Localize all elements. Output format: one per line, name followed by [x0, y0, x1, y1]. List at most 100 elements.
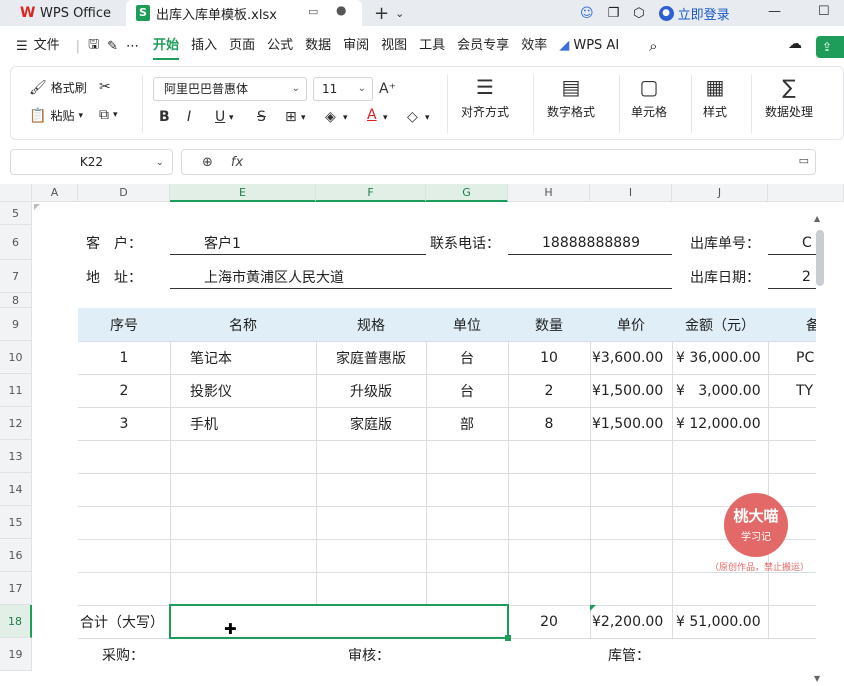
name-box[interactable]: K22 ⌄: [10, 149, 173, 175]
bold-icon[interactable]: B: [159, 109, 170, 125]
total-qty[interactable]: 20: [508, 605, 590, 638]
format-painter-button[interactable]: 🖌 格式刷: [29, 79, 87, 96]
cell-button[interactable]: ▢ 单元格: [631, 75, 667, 120]
menu-review[interactable]: 审阅: [337, 30, 375, 62]
fx-icon[interactable]: fx: [231, 155, 243, 170]
copy-button[interactable]: ⧉ ▾: [99, 107, 118, 123]
eraser-icon[interactable]: ◇: [407, 109, 418, 125]
format-brush-icon[interactable]: ✎: [107, 39, 118, 54]
table-cell[interactable]: ¥1,500.00: [592, 407, 663, 440]
row-header[interactable]: 13: [0, 440, 32, 473]
column-header-f[interactable]: F: [316, 184, 426, 202]
eraser-dropdown-icon[interactable]: ▾: [425, 113, 430, 123]
zoom-icon[interactable]: ⊕: [202, 155, 213, 170]
table-cell[interactable]: ¥3,600.00: [592, 341, 663, 374]
column-header-d[interactable]: D: [78, 184, 170, 202]
underline-dropdown-icon[interactable]: ▾: [229, 113, 234, 123]
more-icon[interactable]: ⋯: [126, 39, 139, 54]
row-header[interactable]: 6: [0, 225, 32, 260]
new-tab-button[interactable]: +: [374, 3, 389, 24]
number-format-button[interactable]: ▤ 数字格式: [547, 75, 595, 120]
expand-formula-icon[interactable]: ▭: [799, 154, 809, 167]
row-header[interactable]: 8: [0, 293, 32, 308]
border-icon[interactable]: ⊞: [285, 109, 297, 125]
save-icon[interactable]: 🖫: [88, 35, 99, 57]
underline-icon[interactable]: U: [215, 109, 225, 125]
italic-icon[interactable]: I: [187, 109, 191, 125]
app-home-tab[interactable]: W WPS Office: [0, 0, 126, 26]
data-process-button[interactable]: ∑ 数据处理: [765, 75, 813, 120]
border-dropdown-icon[interactable]: ▾: [301, 113, 306, 123]
font-color-dropdown-icon[interactable]: ▾: [383, 113, 388, 123]
paste-button[interactable]: 📋 粘贴 ▾: [29, 107, 83, 124]
cloud-upload-icon[interactable]: ☁: [788, 36, 802, 52]
font-size-select[interactable]: 11 ⌄: [313, 77, 373, 101]
table-cell[interactable]: 台: [426, 374, 508, 407]
row-header[interactable]: 5: [0, 202, 32, 225]
vertical-scrollbar[interactable]: [816, 230, 824, 286]
minimize-icon[interactable]: —: [768, 4, 781, 19]
align-button[interactable]: ☰ 对齐方式: [461, 75, 509, 120]
table-cell[interactable]: 投影仪: [190, 374, 232, 407]
table-cell[interactable]: 2: [508, 374, 590, 407]
menu-view[interactable]: 视图: [375, 30, 413, 62]
table-cell[interactable]: PC: [796, 341, 816, 374]
table-cell[interactable]: 台: [426, 341, 508, 374]
table-cell[interactable]: 升级版: [316, 374, 426, 407]
menu-page[interactable]: 页面: [223, 30, 261, 62]
table-cell[interactable]: 部: [426, 407, 508, 440]
selected-range[interactable]: [169, 604, 509, 639]
fill-dropdown-icon[interactable]: ▾: [343, 113, 348, 123]
select-all-corner[interactable]: [0, 184, 32, 202]
spreadsheet-grid[interactable]: A D E F G H I J 5 6 7 8 9 10 11 12 13 14…: [0, 184, 844, 686]
fill-handle[interactable]: [505, 635, 511, 641]
menu-efficiency[interactable]: 效率: [515, 30, 553, 62]
formula-input[interactable]: ⊕ fx ▭: [181, 149, 816, 175]
table-cell[interactable]: 2: [78, 374, 170, 407]
table-cell[interactable]: ¥1,500.00: [592, 374, 663, 407]
menu-insert[interactable]: 插入: [185, 30, 223, 62]
font-name-select[interactable]: 阿里巴巴普惠体 ⌄: [153, 77, 307, 101]
table-cell[interactable]: ¥ 12,000.00: [676, 407, 761, 440]
table-cell[interactable]: 手机: [190, 407, 218, 440]
hamburger-icon[interactable]: ☰: [16, 39, 28, 54]
menu-data[interactable]: 数据: [299, 30, 337, 62]
font-grow-icon[interactable]: A⁺: [379, 81, 396, 97]
row-header[interactable]: 18: [0, 605, 32, 638]
login-button[interactable]: ● 立即登录: [658, 4, 730, 23]
row-header[interactable]: 15: [0, 506, 32, 539]
cut-icon[interactable]: ✂: [99, 79, 111, 95]
row-header[interactable]: 16: [0, 539, 32, 572]
menu-wps-ai[interactable]: ◢ WPS AI: [553, 30, 625, 62]
column-header-k[interactable]: [768, 184, 844, 202]
monitor-icon[interactable]: ▭: [308, 5, 318, 18]
search-icon[interactable]: ⌕: [649, 37, 657, 55]
table-cell[interactable]: 10: [508, 341, 590, 374]
row-header[interactable]: 19: [0, 638, 32, 671]
column-header-h[interactable]: H: [508, 184, 590, 202]
tab-list-chevron-icon[interactable]: ⌄: [395, 7, 404, 20]
table-cell[interactable]: 笔记本: [190, 341, 232, 374]
table-cell[interactable]: 8: [508, 407, 590, 440]
table-cell[interactable]: 1: [78, 341, 170, 374]
column-header-i[interactable]: I: [590, 184, 672, 202]
menu-home[interactable]: 开始: [147, 30, 185, 62]
menu-formula[interactable]: 公式: [261, 30, 299, 62]
row-header[interactable]: 12: [0, 407, 32, 440]
menu-file[interactable]: 文件: [28, 30, 66, 62]
assistant-icon[interactable]: ☺: [580, 6, 594, 21]
table-cell[interactable]: ¥ 3,000.00: [676, 374, 761, 407]
total-amount[interactable]: ¥ 51,000.00: [676, 605, 761, 638]
row-header[interactable]: 10: [0, 341, 32, 374]
maximize-icon[interactable]: ☐: [818, 4, 830, 19]
menu-tools[interactable]: 工具: [413, 30, 451, 62]
row-header[interactable]: 9: [0, 308, 32, 341]
column-header-e[interactable]: E: [170, 184, 316, 202]
table-cell[interactable]: ¥ 36,000.00: [676, 341, 761, 374]
strikethrough-icon[interactable]: S: [257, 109, 266, 125]
unsaved-dot-icon[interactable]: ●: [336, 3, 346, 17]
column-header-a[interactable]: A: [32, 184, 78, 202]
row-header[interactable]: 7: [0, 260, 32, 293]
scroll-up-icon[interactable]: ▲: [814, 214, 820, 223]
style-button[interactable]: ▦ 样式: [703, 75, 727, 120]
